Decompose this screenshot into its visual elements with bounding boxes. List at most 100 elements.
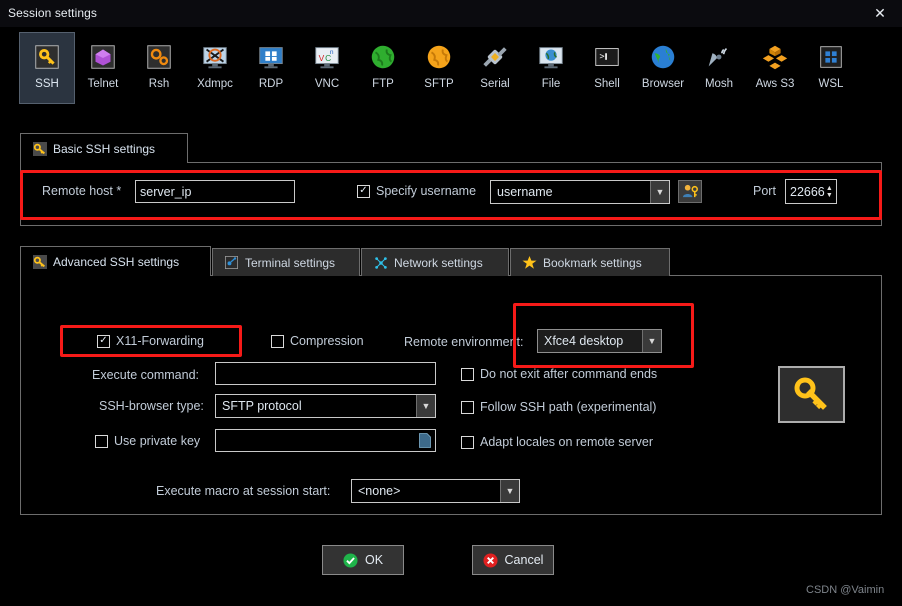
tab-network-settings-label: Network settings: [394, 255, 483, 270]
protocol-label: VNC: [314, 78, 340, 90]
windows-monitor-icon: [255, 41, 287, 73]
compression-checkbox-box: [271, 334, 284, 348]
tab-advanced-ssh-settings-label: Advanced SSH settings: [53, 254, 180, 269]
tab-basic-ssh-settings[interactable]: Basic SSH settings: [20, 133, 188, 163]
use-private-key-checkbox-box: [95, 434, 108, 448]
serial-plug-icon: [479, 41, 511, 73]
do-not-exit-label: Do not exit after command ends: [480, 367, 658, 381]
protocol-label: RDP: [258, 78, 284, 90]
chevron-down-icon[interactable]: ▼: [642, 330, 661, 352]
protocol-rdp[interactable]: RDP: [243, 32, 299, 104]
ok-button[interactable]: OK: [322, 545, 404, 575]
protocol-label: Serial: [480, 78, 510, 90]
shell-prompt-icon: >: [591, 41, 623, 73]
svg-text:n: n: [330, 49, 334, 56]
protocol-label: Browser: [641, 78, 685, 90]
x11-forwarding-label: X11-Forwarding: [116, 334, 205, 348]
protocol-label: Xdmpc: [197, 78, 233, 90]
compression-checkbox[interactable]: Compression: [271, 334, 364, 348]
svg-text:V: V: [319, 53, 325, 63]
port-input[interactable]: 22666 ▲ ▼: [785, 179, 837, 204]
remote-environment-value: Xfce4 desktop: [544, 334, 624, 348]
execute-macro-label: Execute macro at session start:: [156, 484, 331, 498]
protocol-sftp[interactable]: SFTP: [411, 32, 467, 104]
port-stepper[interactable]: ▲ ▼: [825, 185, 836, 199]
specify-username-checkbox[interactable]: ✓ Specify username: [357, 184, 476, 198]
protocol-label: SSH: [35, 78, 59, 90]
protocol-rsh[interactable]: Rsh: [131, 32, 187, 104]
username-input-value: username: [497, 185, 553, 199]
vnc-monitor-icon: VCn: [311, 41, 343, 73]
tab-advanced-ssh-settings[interactable]: Advanced SSH settings: [20, 246, 211, 276]
protocol-label: Rsh: [148, 78, 170, 90]
execute-macro-select[interactable]: <none> ▼: [351, 479, 520, 503]
tab-bookmark-settings[interactable]: Bookmark settings: [510, 248, 670, 276]
x11-forwarding-checkbox-box: ✓: [97, 334, 110, 348]
file-icon[interactable]: [418, 432, 432, 449]
execute-command-input[interactable]: [215, 362, 436, 385]
svg-text:>: >: [600, 51, 605, 61]
specify-username-checkbox-box: ✓: [357, 184, 370, 198]
protocol-ssh[interactable]: SSH: [19, 32, 75, 104]
protocol-aws-s3[interactable]: Aws S3: [747, 32, 803, 104]
protocol-label: Telnet: [87, 78, 119, 90]
green-globe-icon: [367, 41, 399, 73]
execute-command-label: Execute command:: [92, 368, 199, 382]
protocol-serial[interactable]: Serial: [467, 32, 523, 104]
adapt-locales-checkbox[interactable]: Adapt locales on remote server: [461, 435, 653, 449]
follow-ssh-path-checkbox[interactable]: Follow SSH path (experimental): [461, 400, 656, 414]
terminal-icon: [224, 255, 239, 270]
remote-host-label: Remote host *: [42, 184, 122, 198]
satellite-dish-icon: [703, 41, 735, 73]
protocol-file[interactable]: File: [523, 32, 579, 104]
tab-terminal-settings[interactable]: Terminal settings: [212, 248, 360, 276]
protocol-browser[interactable]: Browser: [635, 32, 691, 104]
close-icon[interactable]: ✕: [858, 0, 902, 27]
specify-username-label: Specify username: [376, 184, 477, 198]
protocol-label: SFTP: [424, 78, 454, 90]
title-bar: Session settings ✕: [0, 0, 902, 28]
file-monitor-icon: [535, 41, 567, 73]
protocol-label: Mosh: [704, 78, 734, 90]
private-key-path-input[interactable]: [215, 429, 436, 452]
follow-ssh-path-label: Follow SSH path (experimental): [480, 400, 657, 414]
protocol-ftp[interactable]: FTP: [355, 32, 411, 104]
chevron-down-icon[interactable]: ▼: [416, 395, 435, 417]
protocol-xdmpc[interactable]: Xdmpc: [187, 32, 243, 104]
protocol-wsl[interactable]: WSL: [803, 32, 859, 104]
chevron-down-icon[interactable]: ▼: [500, 480, 519, 502]
protocol-vnc[interactable]: V Cn VNC: [299, 32, 355, 104]
remote-environment-select[interactable]: Xfce4 desktop ▼: [537, 329, 662, 353]
username-input[interactable]: username ▼: [490, 180, 670, 204]
protocol-telnet[interactable]: Telnet: [75, 32, 131, 104]
key-icon: [32, 141, 47, 156]
cancel-button-label: Cancel: [504, 553, 544, 567]
protocol-shell[interactable]: > Shell: [579, 32, 635, 104]
cancel-button[interactable]: Cancel: [472, 545, 554, 575]
protocol-label: WSL: [818, 78, 844, 90]
use-private-key-checkbox[interactable]: Use private key: [95, 434, 200, 448]
tab-network-settings[interactable]: Network settings: [361, 248, 509, 276]
protocol-label: File: [541, 78, 561, 90]
protocol-label: Aws S3: [755, 78, 795, 90]
aws-cubes-icon: [759, 41, 791, 73]
port-input-value: 22666: [790, 184, 825, 199]
execute-macro-value: <none>: [358, 484, 401, 498]
compression-label: Compression: [290, 334, 364, 348]
do-not-exit-checkbox[interactable]: Do not exit after command ends: [461, 367, 657, 381]
remote-host-input[interactable]: server_ip: [135, 180, 295, 203]
ssh-browser-type-select[interactable]: SFTP protocol ▼: [215, 394, 436, 418]
x-monitor-icon: [199, 41, 231, 73]
username-chooser-button[interactable]: [678, 180, 702, 203]
protocol-toolbar: SSH Telnet Rsh Xdmpc RDP V Cn VNC FTP SFTP Serial F…: [0, 27, 902, 120]
follow-ssh-path-checkbox-box: [461, 400, 474, 414]
tab-basic-ssh-settings-label: Basic SSH settings: [53, 141, 156, 156]
adapt-locales-label: Adapt locales on remote server: [480, 435, 654, 449]
chevron-down-icon[interactable]: ▼: [650, 181, 669, 203]
do-not-exit-checkbox-box: [461, 367, 474, 381]
tab-bookmark-settings-label: Bookmark settings: [543, 255, 642, 270]
x11-forwarding-checkbox[interactable]: ✓ X11-Forwarding: [97, 334, 204, 348]
use-private-key-label: Use private key: [114, 434, 201, 448]
purple-cube-icon: [87, 41, 119, 73]
protocol-mosh[interactable]: Mosh: [691, 32, 747, 104]
